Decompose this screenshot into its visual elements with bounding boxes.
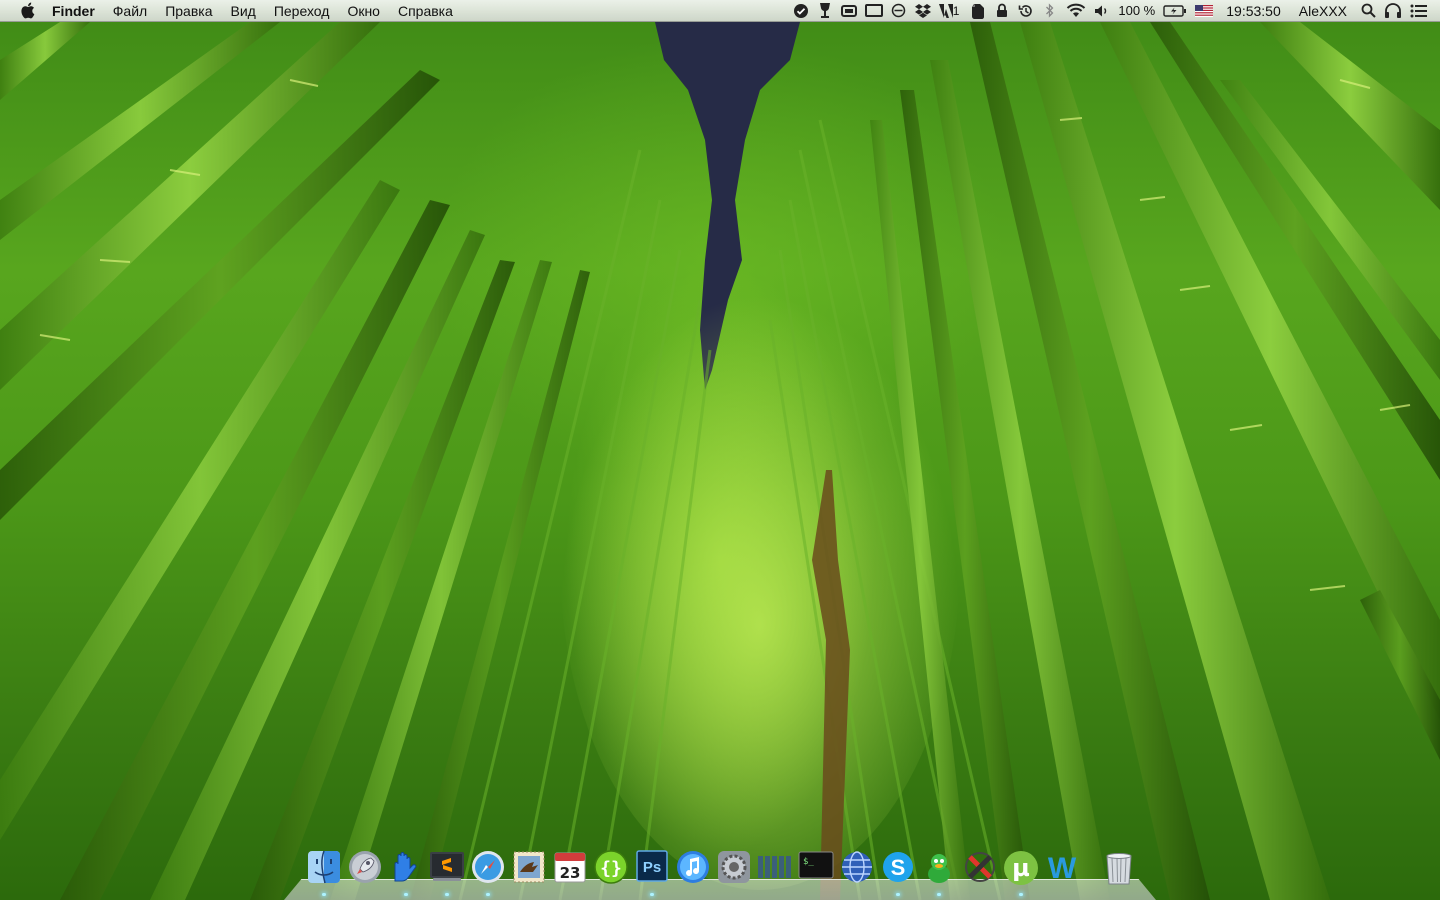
dock-item-calendar[interactable]: 23 [552,850,588,890]
lock-icon[interactable] [994,0,1010,22]
dropbox-icon[interactable] [914,0,931,22]
app-name-menu[interactable]: Finder [52,0,104,22]
running-indicator [404,893,408,896]
dock-item-finder[interactable] [306,850,342,896]
wine-glass-icon[interactable] [817,0,833,22]
gamepad-icon[interactable] [840,0,857,22]
curly-brackets-icon: {} [594,850,628,884]
bamboo-forest-image [0,22,1440,900]
dock-item-safari[interactable] [470,850,506,896]
battery-icon[interactable] [1163,0,1187,22]
safari-compass-icon [472,851,504,883]
running-indicator [322,893,326,896]
blue-hand-icon [394,852,417,882]
photoshop-label: Ps [643,859,661,876]
menu-help[interactable]: Справка [389,0,462,22]
menu-go[interactable]: Переход [265,0,339,22]
globe-icon [842,851,872,883]
dock-item-cloud-app[interactable] [388,850,424,896]
dock: 23 {} Ps $_ S µ W [284,848,1156,900]
dock-item-skype[interactable]: S [880,850,916,896]
menu-file[interactable]: Файл [104,0,156,22]
sync-circle-icon[interactable] [891,0,907,22]
calendar-icon: 23 [554,852,586,883]
terminal-prompt: $_ [803,857,814,867]
sublime-text-icon [430,852,464,881]
dock-item-bars-app[interactable] [757,850,793,890]
dock-item-crossover[interactable] [962,850,998,890]
adobe-badge-count: 1 [952,3,960,18]
us-flag-icon[interactable] [1195,0,1214,22]
dock-item-photoshop[interactable]: Ps [634,850,670,896]
menu-clock[interactable]: 19:53:50 [1226,0,1281,22]
adobe-icon[interactable]: 1 [938,0,963,22]
adium-duck-icon [928,854,950,883]
dock-item-system-preferences[interactable] [716,850,752,890]
menu-bar: Finder Файл Правка Вид Переход Окно Спра… [0,0,1440,22]
utorrent-label: µ [1012,854,1030,882]
volume-icon[interactable] [1094,0,1110,22]
check-shield-icon[interactable] [793,0,809,22]
battery-percent[interactable]: 100 % [1118,0,1155,22]
photoshop-icon: Ps [636,850,668,882]
dock-item-trash[interactable] [1101,850,1137,890]
menu-window[interactable]: Окно [338,0,389,22]
running-indicator [937,893,941,896]
trash-icon [1106,853,1132,885]
running-indicator [445,893,449,896]
user-name-menu[interactable]: AleXXX [1299,0,1347,22]
running-indicator [486,893,490,896]
menu-edit[interactable]: Правка [156,0,221,22]
crossover-x-icon [965,852,995,882]
spotlight-icon[interactable] [1360,0,1376,22]
evernote-icon[interactable] [970,0,986,22]
finder-icon [308,850,340,884]
svg-text:{}: {} [600,858,622,879]
headset-status-icon[interactable] [1384,0,1402,22]
dock-item-adium[interactable] [921,850,957,896]
dock-separator [1090,850,1091,890]
dock-item-globe-app[interactable] [839,850,875,890]
mail-eagle-icon [513,851,545,883]
launchpad-rocket-icon [349,851,381,883]
dock-item-itunes[interactable] [675,850,711,890]
wifi-icon[interactable] [1066,0,1086,22]
running-indicator [896,893,900,896]
notification-center-icon[interactable] [1410,0,1428,22]
terminal-icon: $_ [798,851,834,879]
bluetooth-icon[interactable] [1042,0,1058,22]
dock-item-launchpad[interactable] [347,850,383,890]
time-machine-icon[interactable] [1018,0,1034,22]
itunes-note-icon [677,851,709,883]
running-indicator [650,893,654,896]
bar-blocks-icon [758,856,791,878]
dock-item-terminal[interactable]: $_ [798,850,834,890]
running-indicator [1019,893,1023,896]
menu-bar-status-area: 1 100 % 19:53:50 AleXXX [789,0,1440,22]
utorrent-icon: µ [1004,851,1038,885]
menu-view[interactable]: Вид [222,0,265,22]
dock-item-sublime-text[interactable] [429,850,465,896]
w-letter-icon: W [1048,852,1077,884]
dock-item-word-app[interactable]: W [1044,850,1080,890]
calendar-day: 23 [560,864,581,882]
dock-item-code-brackets[interactable]: {} [593,850,629,890]
menu-bar-left: Finder Файл Правка Вид Переход Окно Спра… [0,0,462,22]
apple-menu-icon[interactable] [19,2,36,19]
display-icon[interactable] [864,0,883,22]
skype-icon: S [883,852,913,882]
dock-item-utorrent[interactable]: µ [1003,850,1039,896]
gear-icon [718,851,750,883]
dock-items: 23 {} Ps $_ S µ W [306,850,1137,896]
desktop-wallpaper [0,0,1440,900]
word-app-label: W [1048,852,1077,884]
skype-label: S [891,855,906,880]
dock-item-mail-stamp[interactable] [511,850,547,890]
